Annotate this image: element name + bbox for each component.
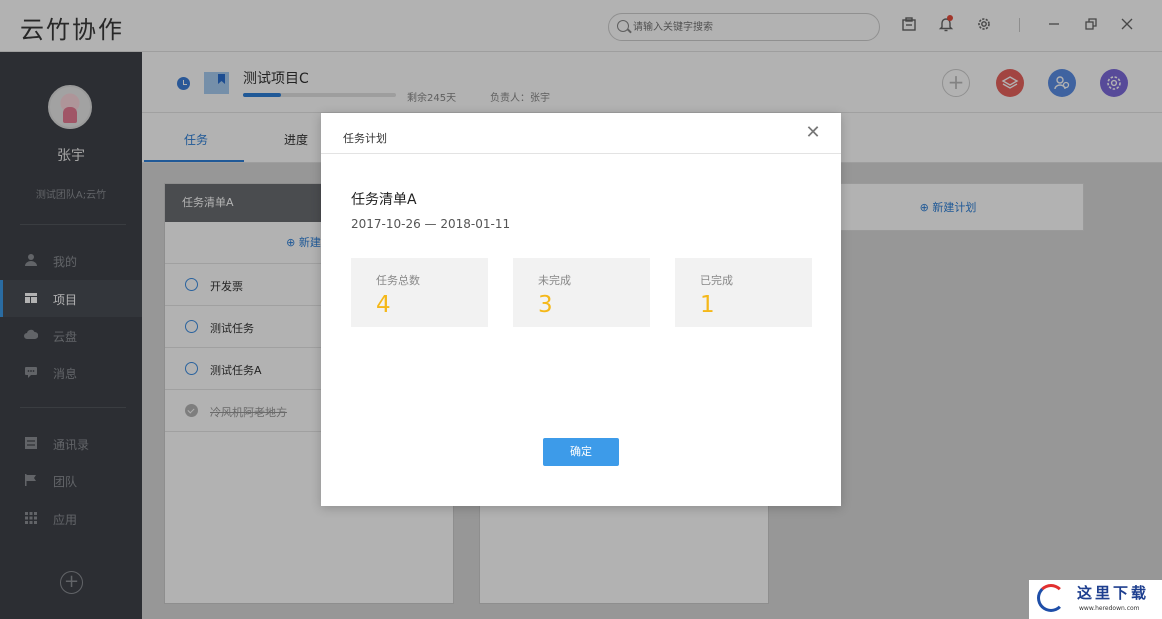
watermark-logo: 这里下载 www.heredown.com [1029,580,1162,619]
logo-swirl-icon [1037,584,1065,612]
task-list-name: 任务清单A [351,192,417,208]
stat-value: 1 [700,292,715,318]
watermark-url: www.heredown.com [1079,605,1140,612]
stat-completed: 已完成 1 [675,258,812,327]
dialog-title: 任务计划 [343,132,387,145]
stat-total: 任务总数 4 [351,258,488,327]
stat-incomplete: 未完成 3 [513,258,650,327]
stat-value: 3 [538,292,553,318]
confirm-button[interactable]: 确定 [543,438,619,466]
stat-label: 任务总数 [376,274,420,287]
task-plan-dialog: 任务计划 ✕ 任务清单A 2017-10-26 — 2018-01-11 任务总… [321,113,841,506]
dialog-divider [321,153,841,154]
close-icon[interactable]: ✕ [803,123,823,143]
stat-label: 未完成 [538,274,571,287]
watermark-text: 这里下载 [1077,584,1150,602]
stat-label: 已完成 [700,274,733,287]
stat-value: 4 [376,292,391,318]
date-range: 2017-10-26 — 2018-01-11 [351,217,511,231]
